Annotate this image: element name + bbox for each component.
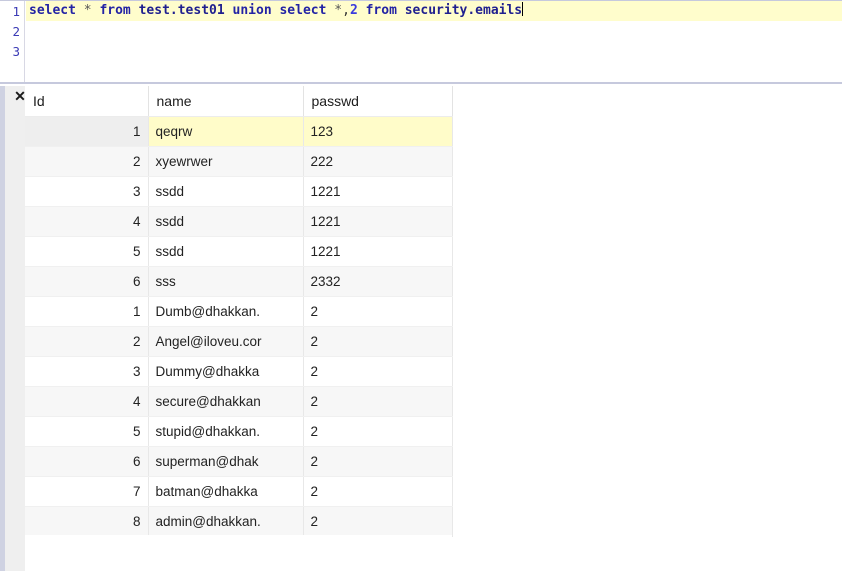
table-row[interactable]: 7 batman@dhakka 2 — [25, 476, 453, 507]
column-header-passwd[interactable]: passwd — [303, 86, 453, 117]
cell-passwd[interactable]: 2 — [303, 506, 453, 537]
cell-id[interactable]: 3 — [25, 176, 149, 207]
cell-name[interactable]: xyewrwer — [148, 146, 304, 177]
token-star-2: * — [334, 3, 343, 18]
token-number-2: 2 — [349, 3, 358, 18]
token-comma: , — [342, 3, 350, 18]
column-header-id[interactable]: Id — [25, 86, 149, 117]
cell-id[interactable]: 4 — [25, 206, 149, 237]
token-from-2: from — [365, 3, 397, 18]
table-row[interactable]: 4 secure@dhakkan 2 — [25, 386, 453, 417]
cell-id[interactable]: 4 — [25, 386, 149, 417]
result-panel: ✕ Id name passwd 1 qeqrw 123 2 xyewrwer 222 3 s… — [0, 86, 842, 571]
cell-passwd[interactable]: 1221 — [303, 176, 453, 207]
cell-passwd[interactable]: 222 — [303, 146, 453, 177]
cell-passwd[interactable]: 2 — [303, 386, 453, 417]
sql-client-window: 1 2 3 select * from test.test01 union se… — [0, 0, 842, 571]
code-line-3[interactable] — [26, 41, 842, 61]
grid-header-row: Id name passwd — [25, 86, 453, 117]
editor-code-area[interactable]: select * from test.test01 union select *… — [26, 1, 842, 82]
cell-id[interactable]: 2 — [25, 146, 149, 177]
grid-body: 1 qeqrw 123 2 xyewrwer 222 3 ssdd 1221 4 ssdd 1221 5… — [25, 116, 453, 537]
cell-name[interactable]: Dummy@dhakka — [148, 356, 304, 387]
cell-passwd[interactable]: 2 — [303, 416, 453, 447]
cell-name[interactable]: secure@dhakkan — [148, 386, 304, 417]
line-number-2: 2 — [12, 24, 20, 39]
token-table-2: security.emails — [404, 3, 523, 18]
cell-passwd[interactable]: 2 — [303, 326, 453, 357]
cell-name[interactable]: Dumb@dhakkan. — [148, 296, 304, 327]
cell-passwd[interactable]: 2332 — [303, 266, 453, 297]
cell-id[interactable]: 6 — [25, 446, 149, 477]
cell-name[interactable]: Angel@iloveu.cor — [148, 326, 304, 357]
table-row[interactable]: 6 sss 2332 — [25, 266, 453, 297]
line-number-3: 3 — [12, 44, 20, 59]
cell-passwd[interactable]: 2 — [303, 296, 453, 327]
table-row[interactable]: 1 Dumb@dhakkan. 2 — [25, 296, 453, 327]
result-grid: Id name passwd 1 qeqrw 123 2 xyewrwer 222 3 ssd… — [25, 86, 453, 537]
cell-name[interactable]: sss — [148, 266, 304, 297]
table-row[interactable]: 5 ssdd 1221 — [25, 236, 453, 267]
cell-id[interactable]: 5 — [25, 416, 149, 447]
token-table-1: test.test01 — [138, 3, 225, 18]
code-line-1[interactable]: select * from test.test01 union select *… — [26, 1, 842, 21]
cell-id[interactable]: 8 — [25, 506, 149, 537]
cell-id[interactable]: 6 — [25, 266, 149, 297]
cell-passwd[interactable]: 2 — [303, 476, 453, 507]
token-from-1: from — [99, 3, 131, 18]
cell-id[interactable]: 2 — [25, 326, 149, 357]
table-row[interactable]: 2 Angel@iloveu.cor 2 — [25, 326, 453, 357]
cell-name[interactable]: ssdd — [148, 206, 304, 237]
code-line-2[interactable] — [26, 21, 842, 41]
cell-id[interactable]: 3 — [25, 356, 149, 387]
editor-line-number-gutter: 1 2 3 — [0, 1, 25, 82]
table-row[interactable]: 1 qeqrw 123 — [25, 116, 453, 147]
cell-passwd[interactable]: 2 — [303, 446, 453, 477]
cell-name[interactable]: stupid@dhakkan. — [148, 416, 304, 447]
table-row[interactable]: 5 stupid@dhakkan. 2 — [25, 416, 453, 447]
result-close-gutter: ✕ — [5, 86, 26, 571]
table-row[interactable]: 3 Dummy@dhakka 2 — [25, 356, 453, 387]
token-union: union — [232, 3, 272, 18]
cell-passwd[interactable]: 123 — [303, 116, 453, 147]
line-number-1: 1 — [12, 4, 20, 19]
grid-empty-area — [25, 535, 452, 571]
cell-name[interactable]: ssdd — [148, 236, 304, 267]
table-row[interactable]: 8 admin@dhakkan. 2 — [25, 506, 453, 537]
cell-passwd[interactable]: 1221 — [303, 206, 453, 237]
table-row[interactable]: 2 xyewrwer 222 — [25, 146, 453, 177]
token-select-1: select — [29, 3, 76, 18]
cell-name[interactable]: admin@dhakkan. — [148, 506, 304, 537]
token-select-2: select — [279, 3, 327, 18]
cell-id[interactable]: 1 — [25, 296, 149, 327]
column-header-name[interactable]: name — [148, 86, 304, 117]
cell-passwd[interactable]: 2 — [303, 356, 453, 387]
cell-id[interactable]: 5 — [25, 236, 149, 267]
cell-passwd[interactable]: 1221 — [303, 236, 453, 267]
cell-name[interactable]: ssdd — [148, 176, 304, 207]
cell-name[interactable]: batman@dhakka — [148, 476, 304, 507]
table-row[interactable]: 6 superman@dhak 2 — [25, 446, 453, 477]
text-cursor — [522, 2, 524, 16]
table-row[interactable]: 4 ssdd 1221 — [25, 206, 453, 237]
cell-id[interactable]: 7 — [25, 476, 149, 507]
cell-id[interactable]: 1 — [25, 116, 149, 147]
token-star-1: * — [83, 3, 92, 18]
cell-name[interactable]: qeqrw — [148, 116, 304, 147]
sql-editor[interactable]: 1 2 3 select * from test.test01 union se… — [0, 0, 842, 84]
cell-name[interactable]: superman@dhak — [148, 446, 304, 477]
table-row[interactable]: 3 ssdd 1221 — [25, 176, 453, 207]
